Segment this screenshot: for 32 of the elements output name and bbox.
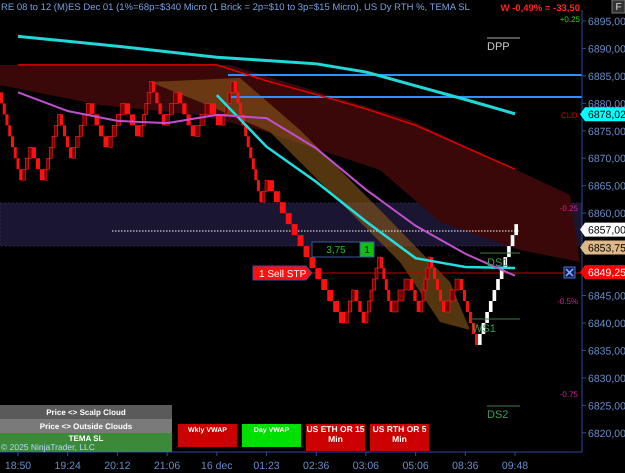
time-tick: 16 dec	[201, 460, 233, 472]
close-icon[interactable]	[564, 266, 576, 278]
level-label: DPP	[487, 41, 510, 53]
weekly-change: W -0,49% = -33,50	[500, 3, 580, 14]
legend-row[interactable]: Price <> Outside Clouds	[0, 419, 172, 433]
indicator-toggle-button[interactable]: US ETH OR 15 Min	[306, 424, 365, 451]
chart-title: RE 08 to 12 (M)ES Dec 01 (1%=68p=$340 Micro (1 Brick = 2p=$10 to 3p=$15 Micro), US Dy RTH %, TEMA SL	[1, 2, 470, 13]
order-quantity[interactable]: 1	[360, 242, 374, 258]
time-tick: 09:48	[502, 460, 528, 472]
time-tick: 18:50	[4, 460, 32, 472]
percent-label: +0.25	[560, 15, 580, 24]
time-tick: 02:36	[303, 460, 330, 472]
time-tick: 03:06	[352, 460, 380, 472]
percent-label: -0.75	[560, 390, 578, 399]
time-tick: 05:06	[402, 460, 429, 472]
percent-label: -0.5%	[557, 297, 578, 306]
close-label: CLO	[561, 111, 578, 120]
level-line	[480, 252, 520, 254]
level-label: DS2	[487, 409, 508, 421]
legend-row[interactable]: Price <> Scalp Cloud	[0, 405, 172, 419]
time-tick: 19:24	[54, 460, 81, 472]
time-tick: 08:36	[452, 460, 478, 472]
watermark-text: © 2025 NinjaTrader, LLC	[1, 442, 95, 452]
time-tick: 01:23	[253, 460, 280, 472]
level-line	[472, 318, 520, 320]
time-tick: 21:06	[154, 460, 180, 472]
panel-button[interactable]: F	[612, 0, 625, 14]
time-tick: 20:12	[104, 460, 131, 472]
order-offset-box: 3,75	[312, 242, 360, 258]
percent-label: -0.25	[560, 204, 578, 213]
indicator-toggle-button[interactable]: US RTH OR 5 Min	[370, 424, 429, 451]
sell-stop-order[interactable]: 1 Sell STP	[252, 266, 313, 280]
